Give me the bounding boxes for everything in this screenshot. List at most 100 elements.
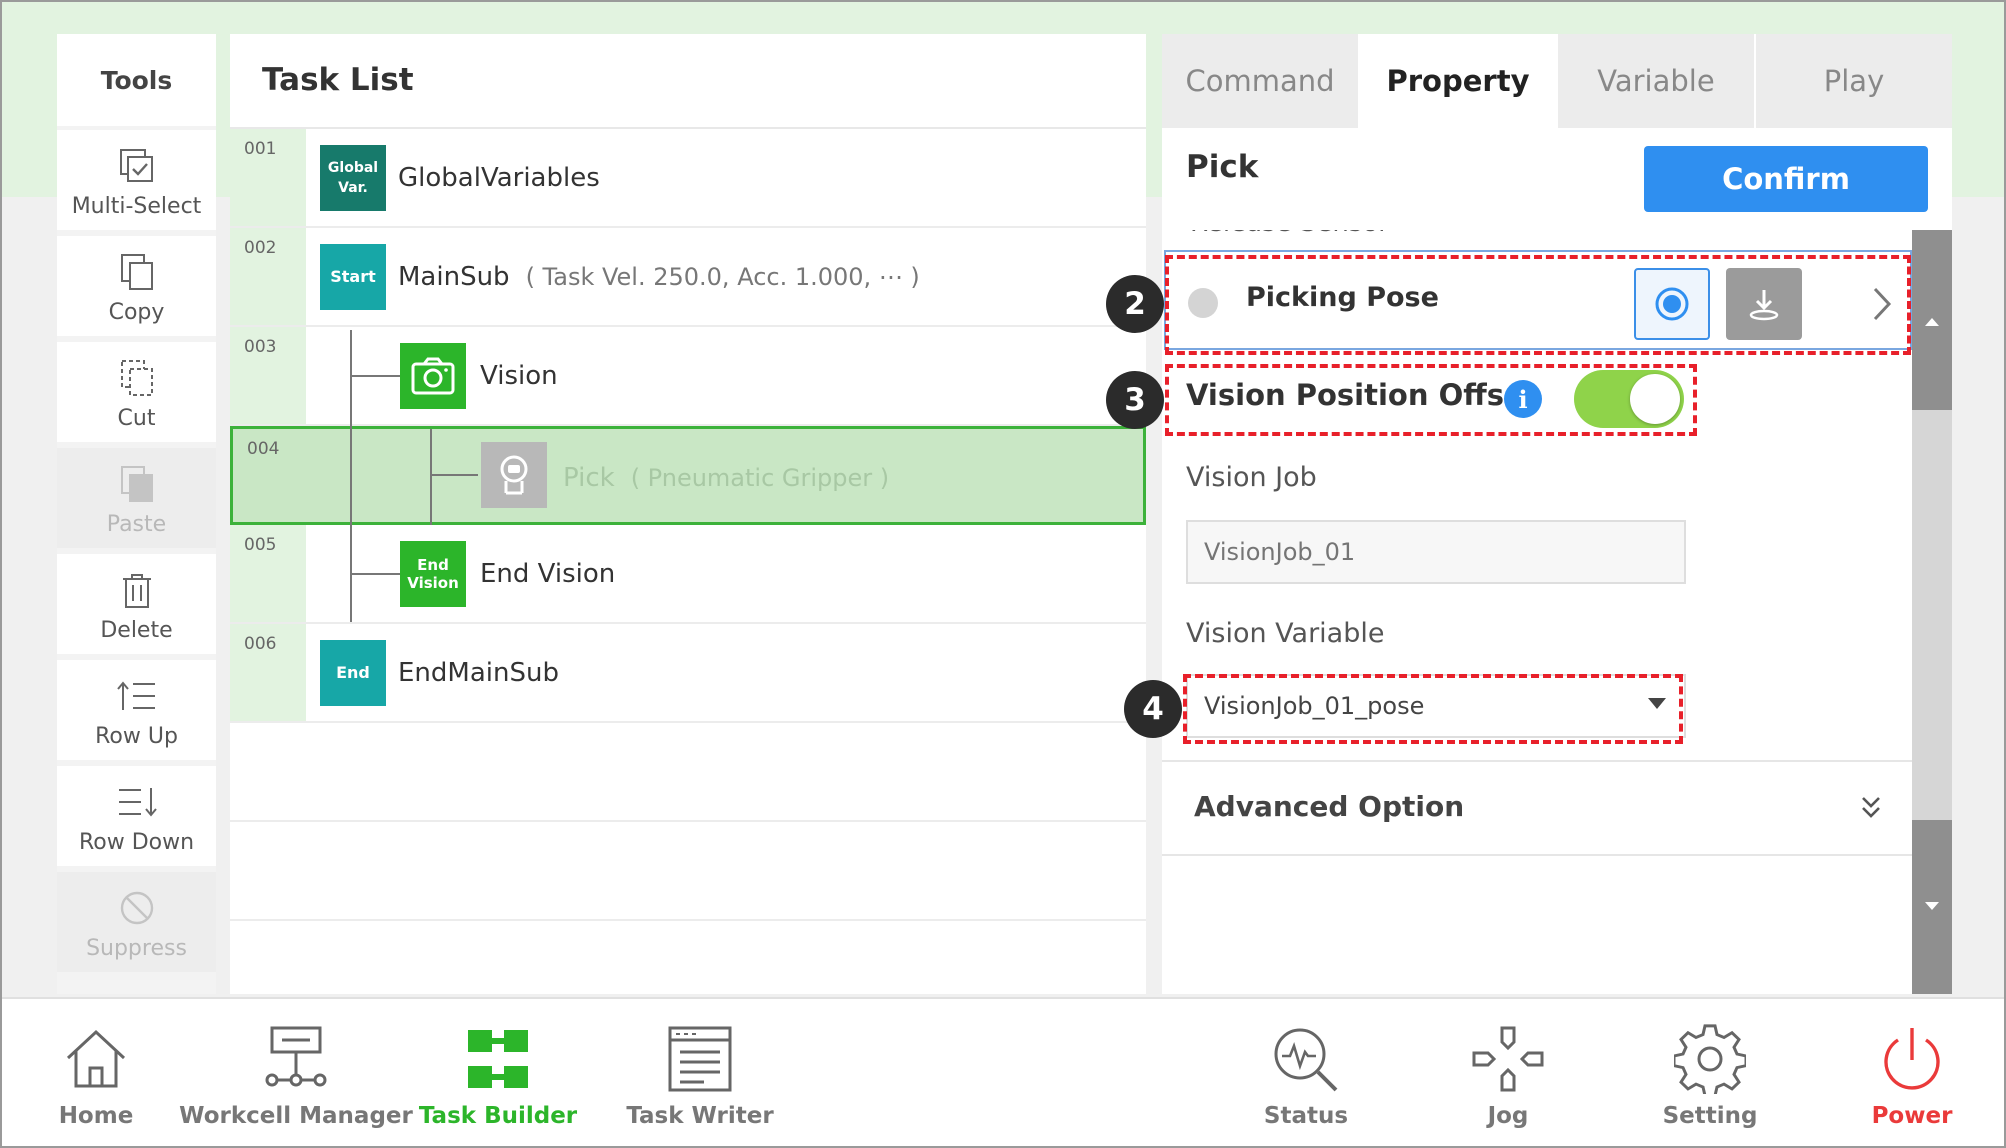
row-down-button[interactable]: Row Down — [57, 766, 216, 866]
cut-button[interactable]: Cut — [57, 342, 216, 442]
gear-icon — [1674, 1023, 1746, 1095]
nav-label: Task Writer — [626, 1103, 774, 1129]
nav-label: Setting — [1662, 1103, 1758, 1129]
task-row-pick-selected[interactable]: 004 Pick ( Pneumatic Gripper ) — [230, 426, 1146, 525]
copy-button[interactable]: Copy — [57, 236, 216, 336]
command-title: Pick — [1186, 149, 1259, 185]
workcell-icon — [260, 1023, 332, 1095]
property-scrollbar[interactable] — [1912, 230, 1952, 994]
property-panel: Command Property Variable Play Pick Conf… — [1162, 34, 1952, 994]
row-up-label: Row Up — [95, 724, 178, 749]
nav-home[interactable]: Home — [2, 999, 196, 1146]
scroll-up-icon[interactable] — [1925, 318, 1939, 326]
callout-badge-2: 2 — [1106, 275, 1164, 333]
task-row-label-wrap: MainSub ( Task Vel. 250.0, Acc. 1.000, ⋯… — [398, 228, 920, 325]
row-number: 005 — [230, 525, 306, 622]
task-row-main-sub[interactable]: 002 Start MainSub ( Task Vel. 250.0, Acc… — [230, 228, 1146, 327]
vision-variable-label: Vision Variable — [1186, 618, 1385, 649]
task-row-global-variables[interactable]: 001 Global Var. GlobalVariables — [230, 129, 1146, 228]
suppress-icon — [115, 886, 159, 930]
task-list-title: Task List — [262, 62, 414, 98]
nav-label: Workcell Manager — [179, 1103, 413, 1129]
tab-command[interactable]: Command — [1162, 34, 1358, 128]
tools-title: Tools — [57, 34, 216, 126]
task-row-label: End Vision — [480, 558, 616, 589]
tree-connector — [430, 429, 432, 525]
task-row-label: GlobalVariables — [398, 162, 600, 193]
global-var-block-icon: Global Var. — [320, 145, 386, 211]
tab-variable[interactable]: Variable — [1558, 34, 1754, 128]
home-icon — [60, 1023, 132, 1095]
row-number: 002 — [230, 228, 306, 325]
tree-connector — [350, 375, 400, 377]
nav-setting[interactable]: Setting — [1610, 999, 1810, 1146]
nav-label: Jog — [1487, 1103, 1529, 1129]
advanced-option-label: Advanced Option — [1194, 790, 1465, 823]
tree-connector — [350, 573, 400, 575]
vision-job-label: Vision Job — [1186, 462, 1317, 493]
cut-label: Cut — [117, 406, 156, 431]
tab-play[interactable]: Play — [1756, 34, 1952, 128]
bottom-nav: Home Workcell Manager Task Builder Task … — [2, 997, 2004, 1146]
task-row-label: Vision — [480, 360, 558, 391]
row-up-button[interactable]: Row Up — [57, 660, 216, 760]
task-row-params: ( Task Vel. 250.0, Acc. 1.000, ⋯ ) — [525, 262, 920, 291]
row-number: 001 — [230, 129, 306, 226]
nav-status[interactable]: Status — [1206, 999, 1406, 1146]
paste-button[interactable]: Paste — [57, 448, 216, 548]
task-builder-icon — [462, 1023, 534, 1095]
double-chevron-down-icon — [1862, 797, 1880, 818]
suppress-button[interactable]: Suppress — [57, 872, 216, 972]
multi-select-icon — [115, 144, 159, 188]
delete-button[interactable]: Delete — [57, 554, 216, 654]
power-icon — [1876, 1023, 1948, 1095]
task-row-label: Pick — [563, 462, 615, 493]
task-row-label-wrap: Pick ( Pneumatic Gripper ) — [563, 429, 889, 526]
callout-box-picking-pose — [1165, 255, 1911, 355]
task-row-label: EndMainSub — [398, 657, 559, 688]
nav-workcell-manager[interactable]: Workcell Manager — [179, 999, 413, 1146]
tree-connector — [350, 330, 352, 622]
copy-label: Copy — [108, 300, 165, 325]
task-row-params: ( Pneumatic Gripper ) — [630, 463, 890, 492]
nav-label: Power — [1871, 1103, 1953, 1129]
multi-select-label: Multi-Select — [71, 194, 202, 219]
nav-power[interactable]: Power — [1812, 999, 2004, 1146]
camera-icon — [400, 343, 466, 409]
release-sensor-label: Release Sensor — [1190, 230, 1389, 238]
cut-icon — [115, 356, 159, 400]
nav-label: Status — [1263, 1103, 1349, 1129]
nav-jog[interactable]: Jog — [1408, 999, 1608, 1146]
callout-box-vision-variable — [1183, 674, 1683, 744]
empty-row — [230, 723, 1146, 822]
copy-icon — [115, 250, 159, 294]
row-number: 004 — [247, 439, 280, 459]
vision-job-field[interactable] — [1186, 520, 1686, 584]
jog-icon — [1472, 1023, 1544, 1095]
paste-icon — [115, 462, 159, 506]
nav-task-builder[interactable]: Task Builder — [398, 999, 598, 1146]
end-vision-block-icon: End Vision — [400, 541, 466, 607]
tree-connector — [430, 474, 478, 476]
task-writer-icon — [664, 1023, 736, 1095]
task-row-end-main-sub[interactable]: 006 End EndMainSub — [230, 624, 1146, 723]
suppress-label: Suppress — [86, 936, 187, 961]
callout-badge-4: 4 — [1124, 680, 1182, 738]
end-block-icon: End — [320, 640, 386, 706]
tools-panel: Tools Multi-Select Copy Cut Paste Delete… — [57, 34, 216, 994]
empty-row — [230, 822, 1146, 921]
row-number: 006 — [230, 624, 306, 721]
delete-label: Delete — [100, 618, 173, 643]
advanced-option-row[interactable]: Advanced Option — [1162, 760, 1912, 856]
row-number: 003 — [230, 327, 306, 424]
app-window: Tools Multi-Select Copy Cut Paste Delete… — [0, 0, 2006, 1148]
tab-property[interactable]: Property — [1360, 34, 1556, 128]
callout-badge-3: 3 — [1106, 371, 1164, 429]
task-list-panel: Task List 001 Global Var. GlobalVariable… — [230, 34, 1146, 994]
nav-task-writer[interactable]: Task Writer — [600, 999, 800, 1146]
nav-label: Task Builder — [418, 1103, 578, 1129]
multi-select-button[interactable]: Multi-Select — [57, 130, 216, 230]
row-up-icon — [115, 674, 159, 718]
scroll-down-icon[interactable] — [1925, 902, 1939, 910]
confirm-button[interactable]: Confirm — [1644, 146, 1928, 212]
